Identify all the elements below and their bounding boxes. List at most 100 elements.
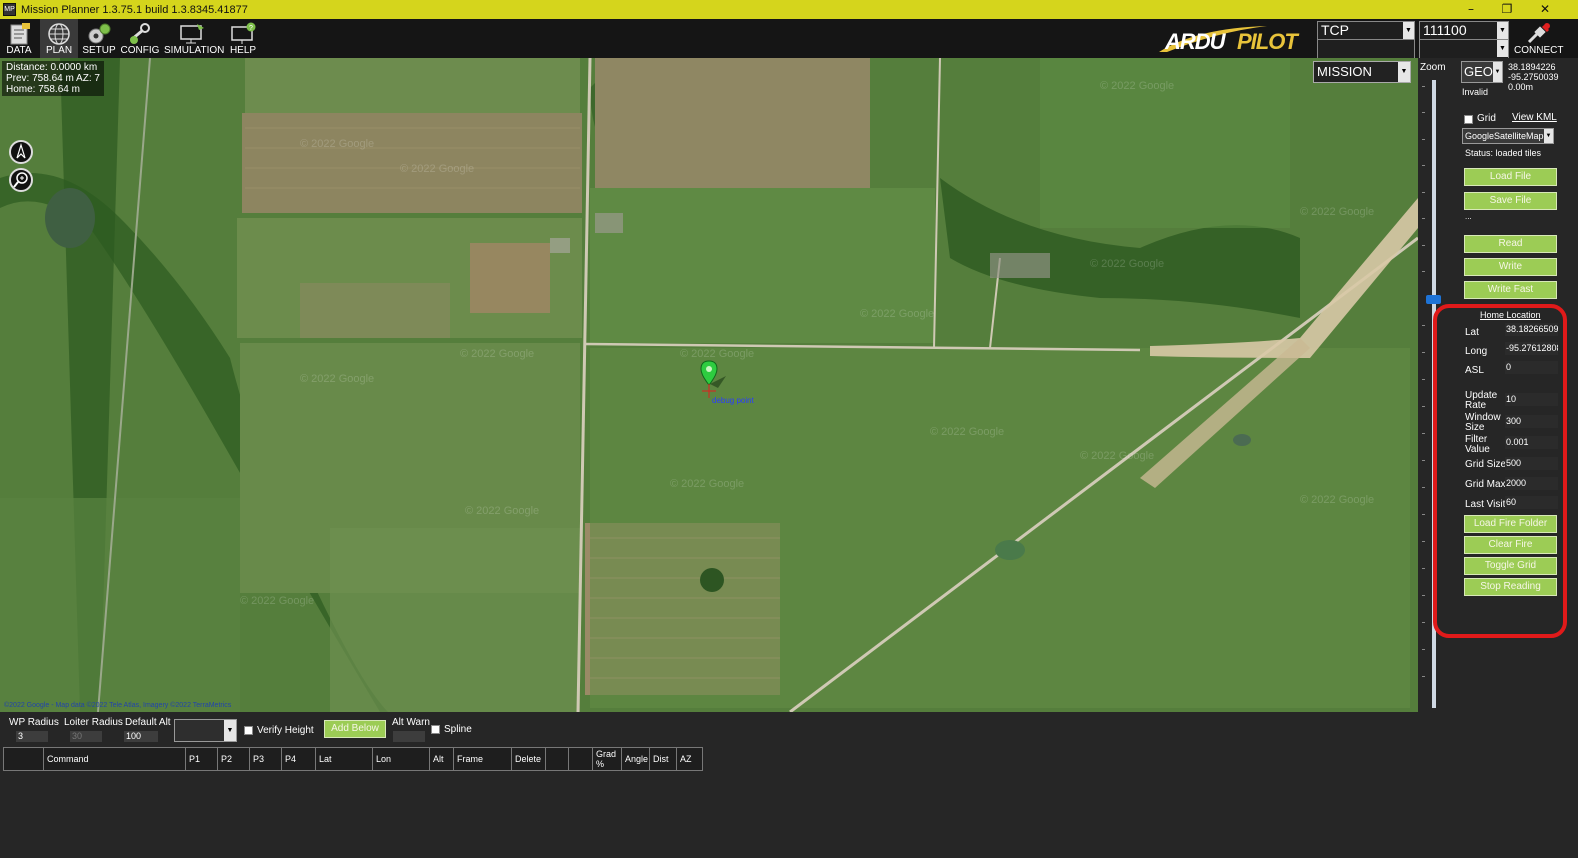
altitude-frame-select[interactable]: ▼ (174, 719, 237, 742)
toolbar-config-button[interactable]: CONFIG (120, 19, 160, 58)
mission-type-value: MISSION (1317, 64, 1372, 79)
column-header[interactable]: Alt (430, 748, 454, 770)
ardupilot-logo: ARDU PILOT (1159, 26, 1300, 54)
grid-max-input[interactable]: 2000 (1505, 477, 1558, 490)
verify-height-checkbox[interactable] (244, 726, 253, 735)
window-size-input[interactable]: 300 (1505, 415, 1558, 428)
column-header[interactable]: Lon (373, 748, 430, 770)
help-icon: ? (231, 22, 256, 44)
load-file-button[interactable]: Load File (1464, 168, 1557, 186)
zoom-tick (1422, 622, 1425, 623)
window-title: Mission Planner 1.3.75.1 build 1.3.8345.… (21, 3, 248, 16)
zoom-slider-thumb[interactable] (1426, 295, 1441, 304)
write-button[interactable]: Write (1464, 258, 1557, 276)
svg-text:PILOT: PILOT (1237, 29, 1299, 54)
restore-icon[interactable]: ❐ (1489, 0, 1525, 19)
load-fire-folder-button[interactable]: Load Fire Folder (1464, 515, 1557, 533)
wp-radius-input[interactable]: 3 (16, 731, 48, 742)
home-long-input[interactable]: -95.27612808 (1505, 342, 1558, 355)
zoom-slider[interactable] (1432, 80, 1436, 708)
write-fast-button[interactable]: Write Fast (1464, 281, 1557, 299)
default-alt-label: Default Alt (125, 717, 171, 728)
connect-button[interactable]: CONNECT (1514, 19, 1563, 58)
connection-type-select[interactable]: TCP ▼ (1317, 21, 1415, 40)
zoom-tick (1422, 541, 1425, 542)
coord-system-select[interactable]: GEO ▼ (1461, 61, 1503, 83)
baud-extra-field: ▼ (1419, 40, 1509, 59)
minimize-icon[interactable]: – (1453, 0, 1489, 19)
distance-text: Distance: 0.0000 km (6, 62, 98, 73)
column-header[interactable]: Command (44, 748, 186, 770)
column-header[interactable]: Angle (622, 748, 650, 770)
map-watermark: © 2022 Google (465, 505, 540, 517)
last-visit-label: Last Visit (1465, 499, 1506, 510)
home-lat-input[interactable]: 38.18266509 (1505, 323, 1558, 336)
map-watermark: © 2022 Google (460, 348, 535, 360)
grid-checkbox[interactable] (1464, 115, 1473, 124)
map-watermark: © 2022 Google (1090, 258, 1165, 270)
column-header[interactable]: P4 (282, 748, 316, 770)
column-header[interactable]: P1 (186, 748, 218, 770)
mission-type-select[interactable]: MISSION ▼ (1313, 61, 1411, 83)
add-below-button[interactable]: Add Below (324, 720, 386, 738)
toolbar-simulation-label: SIMULATION (164, 45, 225, 56)
zoom-tick (1422, 112, 1425, 113)
last-visit-input[interactable]: 60 (1505, 496, 1558, 509)
map-watermark: © 2022 Google (300, 373, 375, 385)
column-header[interactable]: Frame (454, 748, 512, 770)
read-button[interactable]: Read (1464, 235, 1557, 253)
default-alt-input[interactable]: 100 (124, 731, 158, 742)
coord-system-value: GEO (1464, 64, 1493, 79)
loiter-radius-input[interactable]: 30 (70, 731, 102, 742)
column-header[interactable]: P2 (218, 748, 250, 770)
zoom-label: Zoom (1420, 62, 1446, 73)
toolbar-plan-label: PLAN (45, 45, 73, 56)
compass-icon[interactable] (9, 140, 33, 164)
column-header[interactable]: Dist (650, 748, 677, 770)
zoom-tick (1422, 460, 1425, 461)
column-header[interactable] (569, 748, 593, 770)
alt-warn-input[interactable] (393, 731, 425, 742)
app-icon: MP (3, 3, 16, 16)
filter-value-input[interactable]: 0.001 (1505, 436, 1558, 449)
map-watermark: © 2022 Google (1300, 206, 1375, 218)
update-rate-input[interactable]: 10 (1505, 393, 1558, 406)
toolbar-data-label: DATA (6, 45, 32, 56)
grid-size-input[interactable]: 500 (1505, 457, 1558, 470)
column-header[interactable]: Delete (512, 748, 546, 770)
zoom-tick (1422, 245, 1425, 246)
zoom-magnifier-icon[interactable] (9, 168, 33, 192)
toolbar-data-button[interactable]: DATA (2, 19, 36, 58)
toolbar-plan-button[interactable]: PLAN (40, 19, 78, 58)
save-file-button[interactable]: Save File (1464, 192, 1557, 210)
data-icon (10, 23, 30, 45)
connection-type-value: TCP (1321, 22, 1349, 38)
stop-reading-button[interactable]: Stop Reading (1464, 578, 1557, 596)
close-icon[interactable]: ✕ (1527, 0, 1563, 19)
zoom-tick (1422, 218, 1425, 219)
toolbar-help-button[interactable]: ? HELP (224, 19, 262, 58)
toolbar-simulation-button[interactable]: SIMULATION (164, 19, 225, 58)
column-header[interactable]: AZ (677, 748, 702, 770)
satellite-map[interactable]: © 2022 Google © 2022 Google © 2022 Googl… (0, 58, 1418, 712)
column-header[interactable]: P3 (250, 748, 282, 770)
coord-status: Invalid (1462, 87, 1489, 97)
home-asl-input[interactable]: 0 (1505, 361, 1558, 374)
svg-text:ARDU: ARDU (1164, 29, 1227, 54)
column-header[interactable]: Lat (316, 748, 373, 770)
toolbar-setup-button[interactable]: SETUP (82, 19, 116, 58)
connect-plug-icon (1527, 23, 1550, 44)
column-header[interactable] (546, 748, 569, 770)
baud-rate-select[interactable]: 111100 ▼ (1419, 21, 1509, 40)
toolbar-help-label: HELP (229, 45, 257, 56)
toggle-grid-button[interactable]: Toggle Grid (1464, 557, 1557, 575)
baud-rate-value: 111100 (1423, 22, 1467, 38)
column-header[interactable] (4, 748, 44, 770)
spline-checkbox[interactable] (431, 725, 440, 734)
view-kml-link[interactable]: View KML (1512, 112, 1557, 123)
clear-fire-button[interactable]: Clear Fire (1464, 536, 1557, 554)
map-provider-select[interactable]: GoogleSatelliteMap ▼ (1462, 128, 1554, 144)
lat-label: Lat (1465, 327, 1479, 338)
home-location-link[interactable]: Home Location (1480, 310, 1541, 320)
column-header[interactable]: Grad % (593, 748, 622, 770)
